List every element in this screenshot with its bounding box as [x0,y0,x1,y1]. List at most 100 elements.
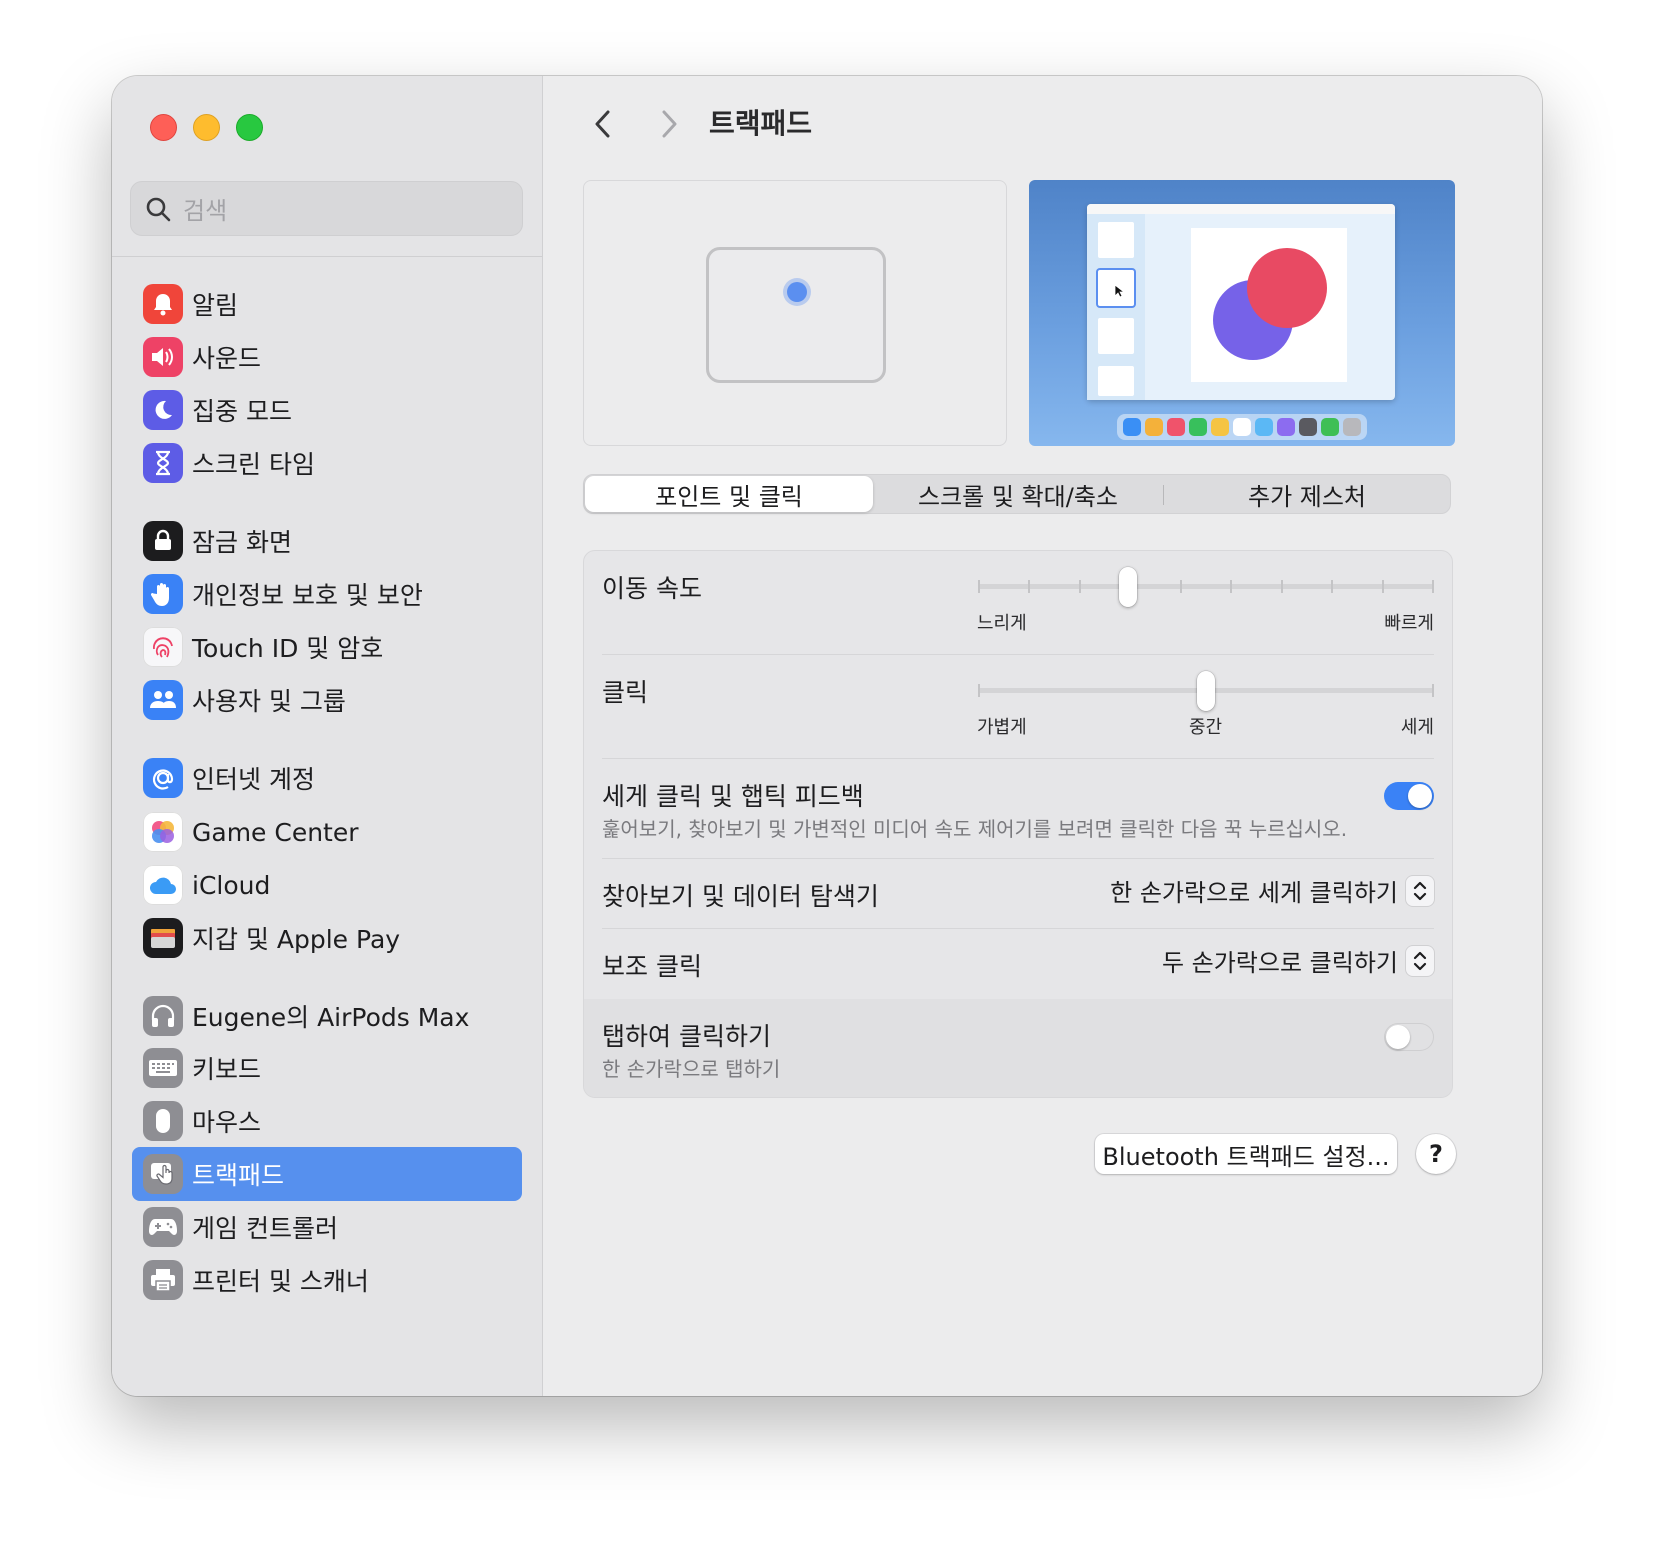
secondary-click-value: 두 손가락으로 클릭하기 [1161,949,1398,977]
slider-tick [978,684,980,697]
overlapping-circles-illustration [1213,248,1327,360]
secondary-click-popup[interactable]: 두 손가락으로 클릭하기 [1162,943,1434,978]
trackpad-illustration [706,247,886,383]
slider-tick [1381,580,1384,593]
headphones-icon [143,996,183,1036]
preview-window [1087,204,1395,400]
help-button[interactable]: ? [1416,1134,1456,1174]
search-placeholder: 검색 [183,197,228,225]
sidebar-item-internet-accounts[interactable]: 인터넷 계정 [132,751,522,805]
close-button[interactable] [150,114,177,141]
slider-tick [978,580,980,593]
slider-track [978,584,1434,589]
sidebar-item-label: 인터넷 계정 [192,765,315,794]
bluetooth-trackpad-setup-button[interactable]: Bluetooth 트랙패드 설정... [1095,1134,1397,1174]
lookup-popup[interactable]: 한 손가락으로 세게 클릭하기 [1110,873,1434,908]
preview-window-titlebar [1087,204,1395,214]
sidebar-item-label: 프린터 및 스캐너 [192,1267,369,1296]
tab-point-and-click[interactable]: 포인트 및 클릭 [585,476,873,512]
back-button[interactable] [583,104,623,144]
preview-window-sidebar [1087,214,1145,400]
tab-more-gestures[interactable]: 추가 제스처 [1164,475,1450,513]
click-pressure-slider[interactable] [978,669,1434,713]
gesture-preview-video [1029,180,1455,446]
chevron-right-icon [662,110,677,138]
dock-app-icon [1277,418,1295,436]
dock-app-icon [1211,418,1229,436]
force-click-toggle[interactable] [1384,782,1434,810]
slider-knob[interactable] [1197,671,1215,711]
printer-icon [143,1260,183,1300]
dock-app-icon [1233,418,1251,436]
gamepad-icon [143,1207,183,1247]
cloud-icon [143,865,183,905]
search-icon [146,197,171,221]
minimize-button[interactable] [193,114,220,141]
sidebar-item-label: iCloud [192,870,271,900]
preview-dock [1117,414,1367,440]
lookup-row: 찾아보기 및 데이터 탐색기 한 손가락으로 세게 클릭하기 [602,859,1434,929]
sidebar-item-printers[interactable]: 프린터 및 스캐너 [132,1253,522,1307]
sidebar-item-trackpad[interactable]: 트랙패드 [132,1147,522,1201]
gesture-tab-control: 포인트 및 클릭 스크롤 및 확대/축소 추가 제스처 [583,474,1451,514]
game-center-icon [143,812,183,852]
slider-tick [1280,580,1283,593]
slider-knob[interactable] [1119,567,1138,607]
preview-slide-canvas [1191,228,1347,382]
slider-min-label: 느리게 [977,613,1027,634]
dock-app-icon [1189,418,1207,436]
slider-tick [1230,580,1233,593]
sidebar-item-label: 마우스 [192,1108,262,1137]
force-click-label: 세게 클릭 및 햅틱 피드백 [602,782,864,811]
sidebar-item-sound[interactable]: 사운드 [132,330,522,384]
tab-scroll-and-zoom[interactable]: 스크롤 및 확대/축소 [874,475,1162,513]
mouse-icon [143,1101,183,1141]
sidebar-item-game-center[interactable]: Game Center [132,805,522,859]
sidebar-item-label: 지갑 및 Apple Pay [192,925,401,954]
users-icon [143,680,183,720]
dock-app-icon [1255,418,1273,436]
tap-to-click-label: 탭하여 클릭하기 [602,1022,771,1051]
slider-max-label: 빠르게 [1384,613,1434,634]
sidebar-item-focus[interactable]: 집중 모드 [132,383,522,437]
wallet-icon [143,918,183,958]
sidebar-item-label: 사용자 및 그룹 [192,687,346,716]
sidebar-item-touch-id[interactable]: Touch ID 및 암호 [132,620,522,674]
sidebar-item-users[interactable]: 사용자 및 그룹 [132,673,522,727]
search-input[interactable]: 검색 [130,181,523,236]
tracking-speed-slider[interactable] [978,565,1434,609]
sidebar-item-label: 트랙패드 [192,1161,285,1190]
sidebar-item-icloud[interactable]: iCloud [132,858,522,912]
fingerprint-icon [143,627,183,667]
sidebar: 검색 알림 사운드 집중 모드 스크린 타임 잠금 화면 개인정보 보호 및 보… [112,76,543,1396]
sidebar-item-mouse[interactable]: 마우스 [132,1094,522,1148]
sidebar-item-screen-time[interactable]: 스크린 타임 [132,436,522,490]
sidebar-item-label: Game Center [192,817,359,847]
sidebar-item-notifications[interactable]: 알림 [132,277,522,331]
tap-to-click-toggle[interactable] [1384,1023,1434,1051]
click-pressure-label: 클릭 [602,678,649,707]
dock-app-icon [1343,418,1361,436]
trackpad-icon [143,1154,183,1194]
forward-button[interactable] [649,104,689,144]
sidebar-item-keyboard[interactable]: 키보드 [132,1041,522,1095]
force-click-description: 훑어보기, 찾아보기 및 가변적인 미디어 속도 제어기를 보려면 클릭한 다음… [602,817,1348,841]
sidebar-item-airpods[interactable]: Eugene의 AirPods Max [132,989,522,1043]
slider-tick [1432,684,1434,697]
touch-point-indicator [787,282,807,302]
chevron-left-icon [595,110,610,138]
sidebar-item-wallet[interactable]: 지갑 및 Apple Pay [132,911,522,965]
tap-to-click-description: 한 손가락으로 탭하기 [602,1057,781,1081]
sidebar-divider [112,256,542,257]
dock-app-icon [1145,418,1163,436]
sidebar-item-privacy[interactable]: 개인정보 보호 및 보안 [132,567,522,621]
keyboard-icon [143,1048,183,1088]
zoom-button[interactable] [236,114,263,141]
sidebar-item-game-controllers[interactable]: 게임 컨트롤러 [132,1200,522,1254]
click-pressure-row: 클릭 가볍게 중간 세게 [602,655,1434,758]
sidebar-item-label: 게임 컨트롤러 [192,1214,338,1243]
main-pane: 트랙패드 포인트 및 클릭 스크롤 및 확대/축소 추가 제스처 이동 속도 느… [543,76,1542,1396]
chevron-up-down-icon [1406,875,1434,906]
sidebar-item-lock-screen[interactable]: 잠금 화면 [132,514,522,568]
hand-icon [143,574,183,614]
